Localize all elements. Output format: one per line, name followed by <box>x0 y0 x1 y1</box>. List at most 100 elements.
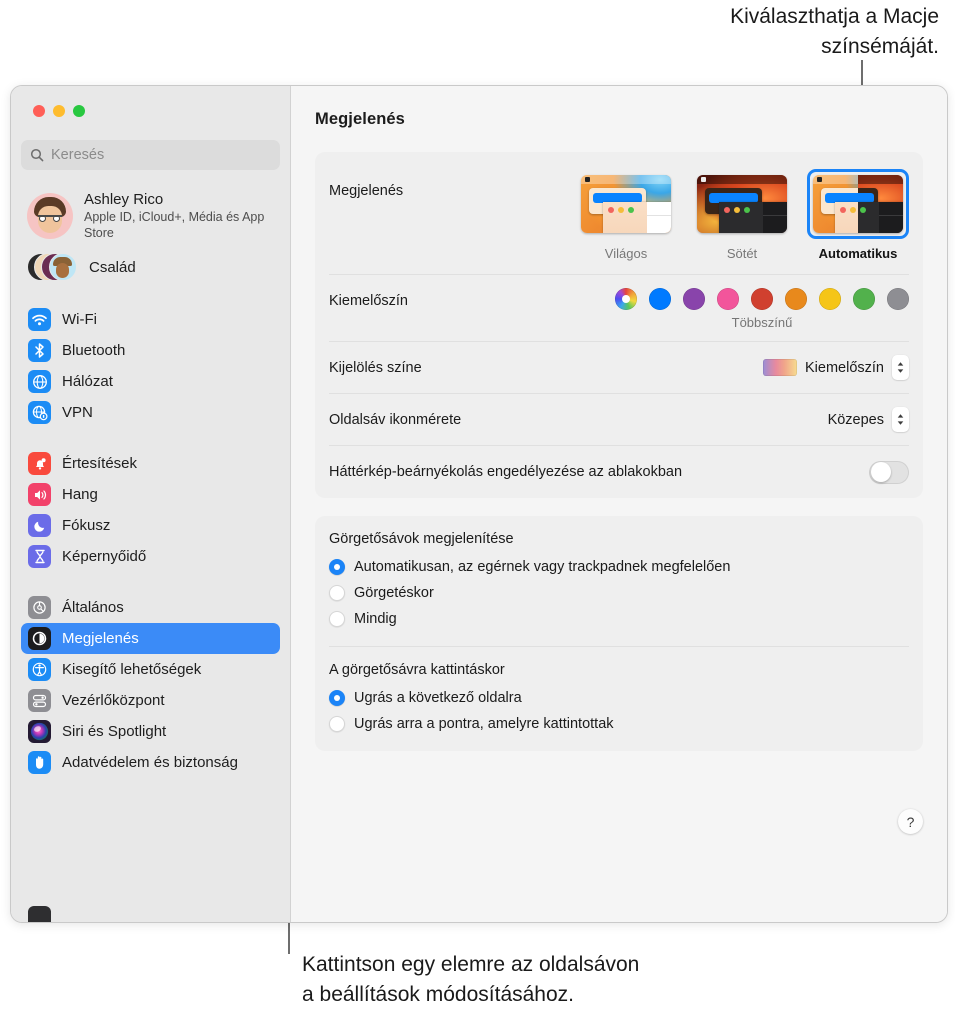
sidebar-item-family[interactable]: Család <box>21 250 280 284</box>
accent-swatch-yellow[interactable] <box>819 288 841 310</box>
callout-bottom-line1: Kattintson egy elemre az oldalsávon <box>302 953 640 976</box>
chevron-updown-icon[interactable] <box>892 355 909 380</box>
help-button[interactable]: ? <box>898 809 923 834</box>
sidebar-item-vpn[interactable]: VPN <box>21 397 280 428</box>
radio-button[interactable] <box>329 690 345 706</box>
sidebar-item-control-center[interactable]: Vezérlőközpont <box>21 685 280 716</box>
wifi-icon <box>28 308 51 331</box>
minimize-button[interactable] <box>53 105 65 117</box>
bell-icon <box>28 452 51 475</box>
sidebar-icon-size-label: Oldalsáv ikonmérete <box>329 411 462 428</box>
radio-label: Mindig <box>354 611 397 627</box>
sidebar-group-network: Wi-Fi Bluetooth Hálózat VPN <box>21 304 280 428</box>
globe-icon <box>28 370 51 393</box>
callout-top-line2: színsémáját. <box>821 35 939 58</box>
search-field[interactable]: Keresés <box>21 140 280 170</box>
sidebar-item-label: Vezérlőközpont <box>62 692 165 709</box>
scrollbars-option-when-scrolling[interactable]: Görgetéskor <box>329 580 909 606</box>
appearance-option-label: Világos <box>604 246 648 261</box>
sidebar-item-bluetooth[interactable]: Bluetooth <box>21 335 280 366</box>
sidebar-item-siri-spotlight[interactable]: Siri és Spotlight <box>21 716 280 747</box>
accent-swatch-red[interactable] <box>751 288 773 310</box>
sidebar: Keresés Ashley Rico Apple ID, iCloud+, M… <box>11 86 291 922</box>
sidebar-item-label: Kisegítő lehetőségek <box>62 661 202 678</box>
radio-button[interactable] <box>329 585 345 601</box>
apple-account-item[interactable]: Ashley Rico Apple ID, iCloud+, Média és … <box>21 186 280 245</box>
wallpaper-tinting-toggle[interactable] <box>869 460 909 484</box>
maximize-button[interactable] <box>73 105 85 117</box>
wallpaper-tinting-label: Háttérkép-beárnyékolás engedélyezése az … <box>329 464 683 480</box>
vpn-globe-icon <box>28 401 51 424</box>
accent-color-label: Kiemelőszín <box>329 293 408 309</box>
callout-bottom: Kattintson egy elemre az oldalsávon a be… <box>302 950 639 1010</box>
account-name: Ashley Rico <box>84 191 164 208</box>
radio-button[interactable] <box>329 611 345 627</box>
radio-label: Ugrás arra a pontra, amelyre kattintotta… <box>354 716 614 732</box>
sidebar-item-notifications[interactable]: Értesítések <box>21 448 280 479</box>
close-button[interactable] <box>33 105 45 117</box>
light-thumbnail <box>581 175 671 233</box>
sidebar-item-label: Hang <box>62 486 98 503</box>
highlight-color-control[interactable]: Kiemelőszín <box>763 355 909 380</box>
sidebar-item-accessibility[interactable]: Kisegítő lehetőségek <box>21 654 280 685</box>
auto-thumbnail-frame-selected <box>807 169 909 239</box>
scrollbar-click-option-next-page[interactable]: Ugrás a következő oldalra <box>329 685 909 711</box>
accent-swatch-orange[interactable] <box>785 288 807 310</box>
callout-top-line1: Kiválaszthatja a Macje <box>730 5 939 28</box>
accent-color-row: Kiemelőszín Többszínű <box>329 275 909 342</box>
accent-swatch-pink[interactable] <box>717 288 739 310</box>
accent-swatch-multicolor[interactable] <box>615 288 637 310</box>
accent-swatch-green[interactable] <box>853 288 875 310</box>
appearance-option-label: Automatikus <box>818 246 898 261</box>
auto-thumbnail <box>813 175 903 233</box>
sidebar-icon-size-control[interactable]: Közepes <box>828 407 909 432</box>
toggle-knob <box>870 462 891 482</box>
sidebar-icon-size-value: Közepes <box>827 411 884 428</box>
sidebar-item-privacy-security[interactable]: Adatvédelem és biztonság <box>21 747 280 778</box>
radio-label: Görgetéskor <box>354 585 434 601</box>
scrollbars-option-always[interactable]: Mindig <box>329 606 909 632</box>
sidebar-item-label: Képernyőidő <box>62 548 147 565</box>
main-pane: Megjelenés Megjelenés Világos Sötét Auto… <box>291 86 947 922</box>
accent-swatch-blue[interactable] <box>649 288 671 310</box>
gear-icon <box>28 596 51 619</box>
appearance-option-light[interactable]: Világos <box>575 169 677 261</box>
radio-button[interactable] <box>329 559 345 575</box>
sidebar-item-general[interactable]: Általános <box>21 592 280 623</box>
sidebar-icon-size-row: Oldalsáv ikonmérete Közepes <box>329 394 909 446</box>
sidebar-item-label: Wi-Fi <box>62 311 97 328</box>
radio-label: Automatikusan, az egérnek vagy trackpadn… <box>354 559 731 575</box>
moon-icon <box>28 514 51 537</box>
sidebar-item-network[interactable]: Hálózat <box>21 366 280 397</box>
scrollbar-click-option-jump-to-spot[interactable]: Ugrás arra a pontra, amelyre kattintotta… <box>329 711 909 737</box>
sidebar-item-wifi[interactable]: Wi-Fi <box>21 304 280 335</box>
appearance-option-dark[interactable]: Sötét <box>691 169 793 261</box>
dark-thumbnail <box>697 175 787 233</box>
sidebar-item-screentime[interactable]: Képernyőidő <box>21 541 280 572</box>
sidebar-item-partial-cutoff-icon[interactable] <box>28 906 51 922</box>
window-controls <box>21 86 280 117</box>
sidebar-item-label: VPN <box>62 404 93 421</box>
accent-swatch-purple[interactable] <box>683 288 705 310</box>
family-label: Család <box>89 258 136 276</box>
sidebar-item-focus[interactable]: Fókusz <box>21 510 280 541</box>
accent-swatch-gray[interactable] <box>887 288 909 310</box>
sidebar-item-label: Értesítések <box>62 455 138 472</box>
sidebar-item-sound[interactable]: Hang <box>21 479 280 510</box>
scrollbar-click-group: A görgetősávra kattintáskor Ugrás a köve… <box>329 647 909 751</box>
appearance-option-auto[interactable]: Automatikus <box>807 169 909 261</box>
chevron-updown-icon[interactable] <box>892 407 909 432</box>
show-scrollbars-title: Görgetősávok megjelenítése <box>329 531 514 547</box>
scrollbars-option-auto[interactable]: Automatikusan, az egérnek vagy trackpadn… <box>329 554 909 580</box>
sidebar-item-label: Fókusz <box>62 517 111 534</box>
dark-thumbnail-frame <box>691 169 793 239</box>
radio-button[interactable] <box>329 716 345 732</box>
sidebar-item-appearance[interactable]: Megjelenés <box>21 623 280 654</box>
sidebar-group-system: Értesítések Hang Fókusz Képernyőidő <box>21 448 280 572</box>
scrollbar-settings-card: Görgetősávok megjelenítése Automatikusan… <box>315 516 923 751</box>
hourglass-icon <box>28 545 51 568</box>
system-settings-window: Keresés Ashley Rico Apple ID, iCloud+, M… <box>10 85 948 923</box>
appearance-option-label: Sötét <box>726 246 758 261</box>
bluetooth-icon <box>28 339 51 362</box>
appearance-settings-card: Megjelenés Világos Sötét Automatikus Kie… <box>315 152 923 498</box>
